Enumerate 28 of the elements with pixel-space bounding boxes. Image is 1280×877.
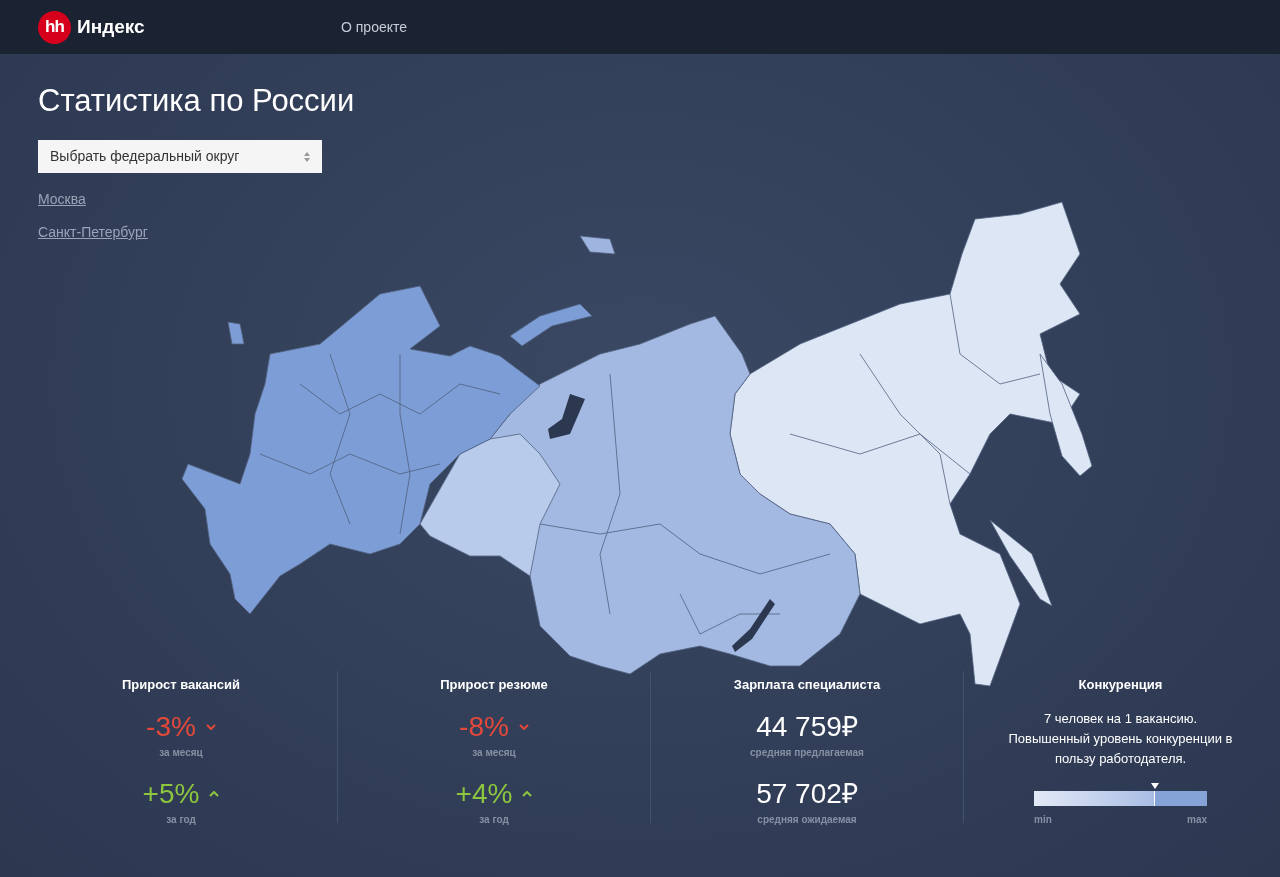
stat-caption: за год — [166, 812, 196, 827]
stat-title: Прирост резюме — [440, 676, 548, 694]
sort-arrows-icon — [304, 150, 310, 163]
percent-value: -8% — [459, 710, 509, 743]
competition-text: 7 человек на 1 вакансию. Повышенный уровень конкуренции в пользу работодателя. — [1007, 709, 1234, 768]
logo-badge[interactable]: hh — [38, 10, 71, 44]
stat-caption: средняя ожидаемая — [757, 812, 857, 827]
percent-value: -3% — [146, 710, 196, 743]
percent-value: +4% — [455, 777, 513, 810]
max-label: max — [1187, 812, 1207, 827]
stat-caption: за год — [479, 812, 509, 827]
salary-value: 57 702₽ — [756, 777, 858, 810]
salary-value: 44 759₽ — [756, 710, 858, 743]
page-title: Статистика по России — [38, 82, 355, 120]
percent-value: +5% — [142, 777, 200, 810]
stat-title: Зарплата специалиста — [733, 676, 881, 694]
stat-caption: за месяц — [159, 745, 203, 760]
nav-link[interactable]: О проекте — [341, 16, 408, 38]
marker-triangle-icon — [1151, 782, 1160, 789]
stat-title: Прирост вакансий — [121, 676, 241, 694]
district-select[interactable]: Выбрать федеральный округ — [38, 140, 322, 173]
logo-text: Индекс — [77, 14, 145, 39]
city-link[interactable]: Санкт-Петербург — [38, 222, 148, 243]
min-label: min — [1034, 812, 1052, 827]
city-link[interactable]: Москва — [38, 189, 86, 210]
stat-caption: средняя предлагаемая — [750, 745, 864, 760]
stat-caption: за месяц — [472, 745, 516, 760]
stat-title: Конкуренция — [1078, 676, 1163, 694]
